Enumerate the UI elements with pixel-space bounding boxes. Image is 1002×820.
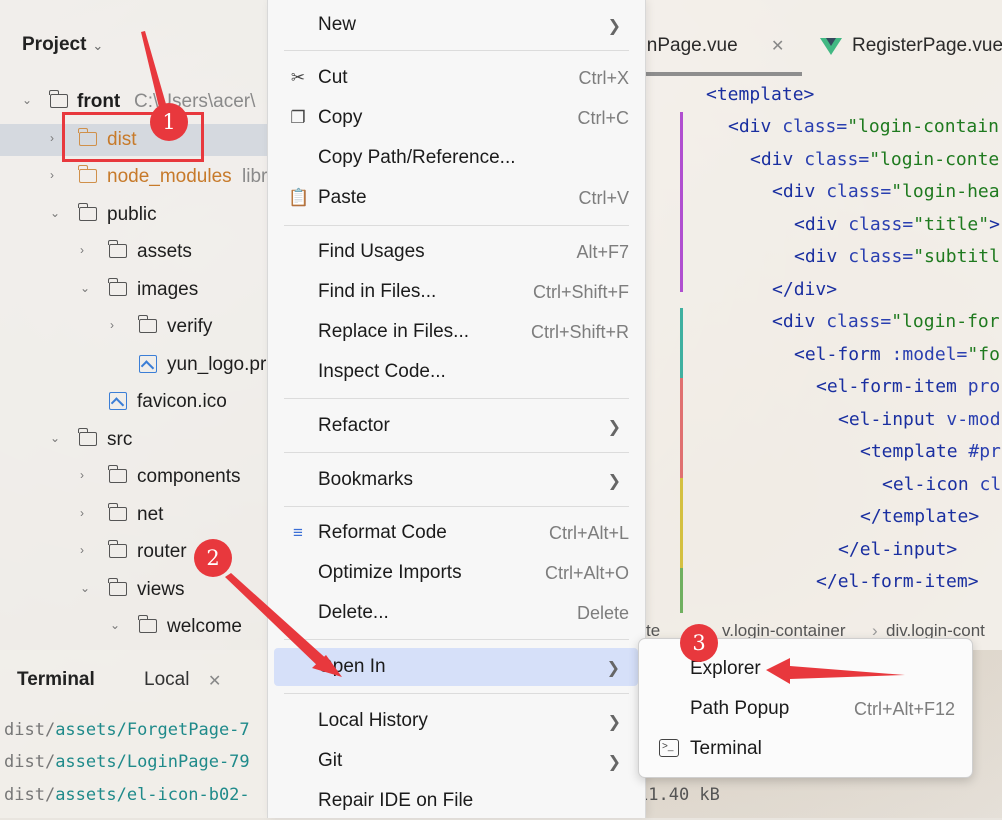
step-badge-2: 2 (194, 539, 232, 577)
annotation-arrow-3 (766, 658, 905, 684)
step-badge-3: 3 (680, 624, 718, 662)
annotation-arrow-2 (225, 573, 330, 670)
step-badge-1: 1 (150, 103, 188, 141)
